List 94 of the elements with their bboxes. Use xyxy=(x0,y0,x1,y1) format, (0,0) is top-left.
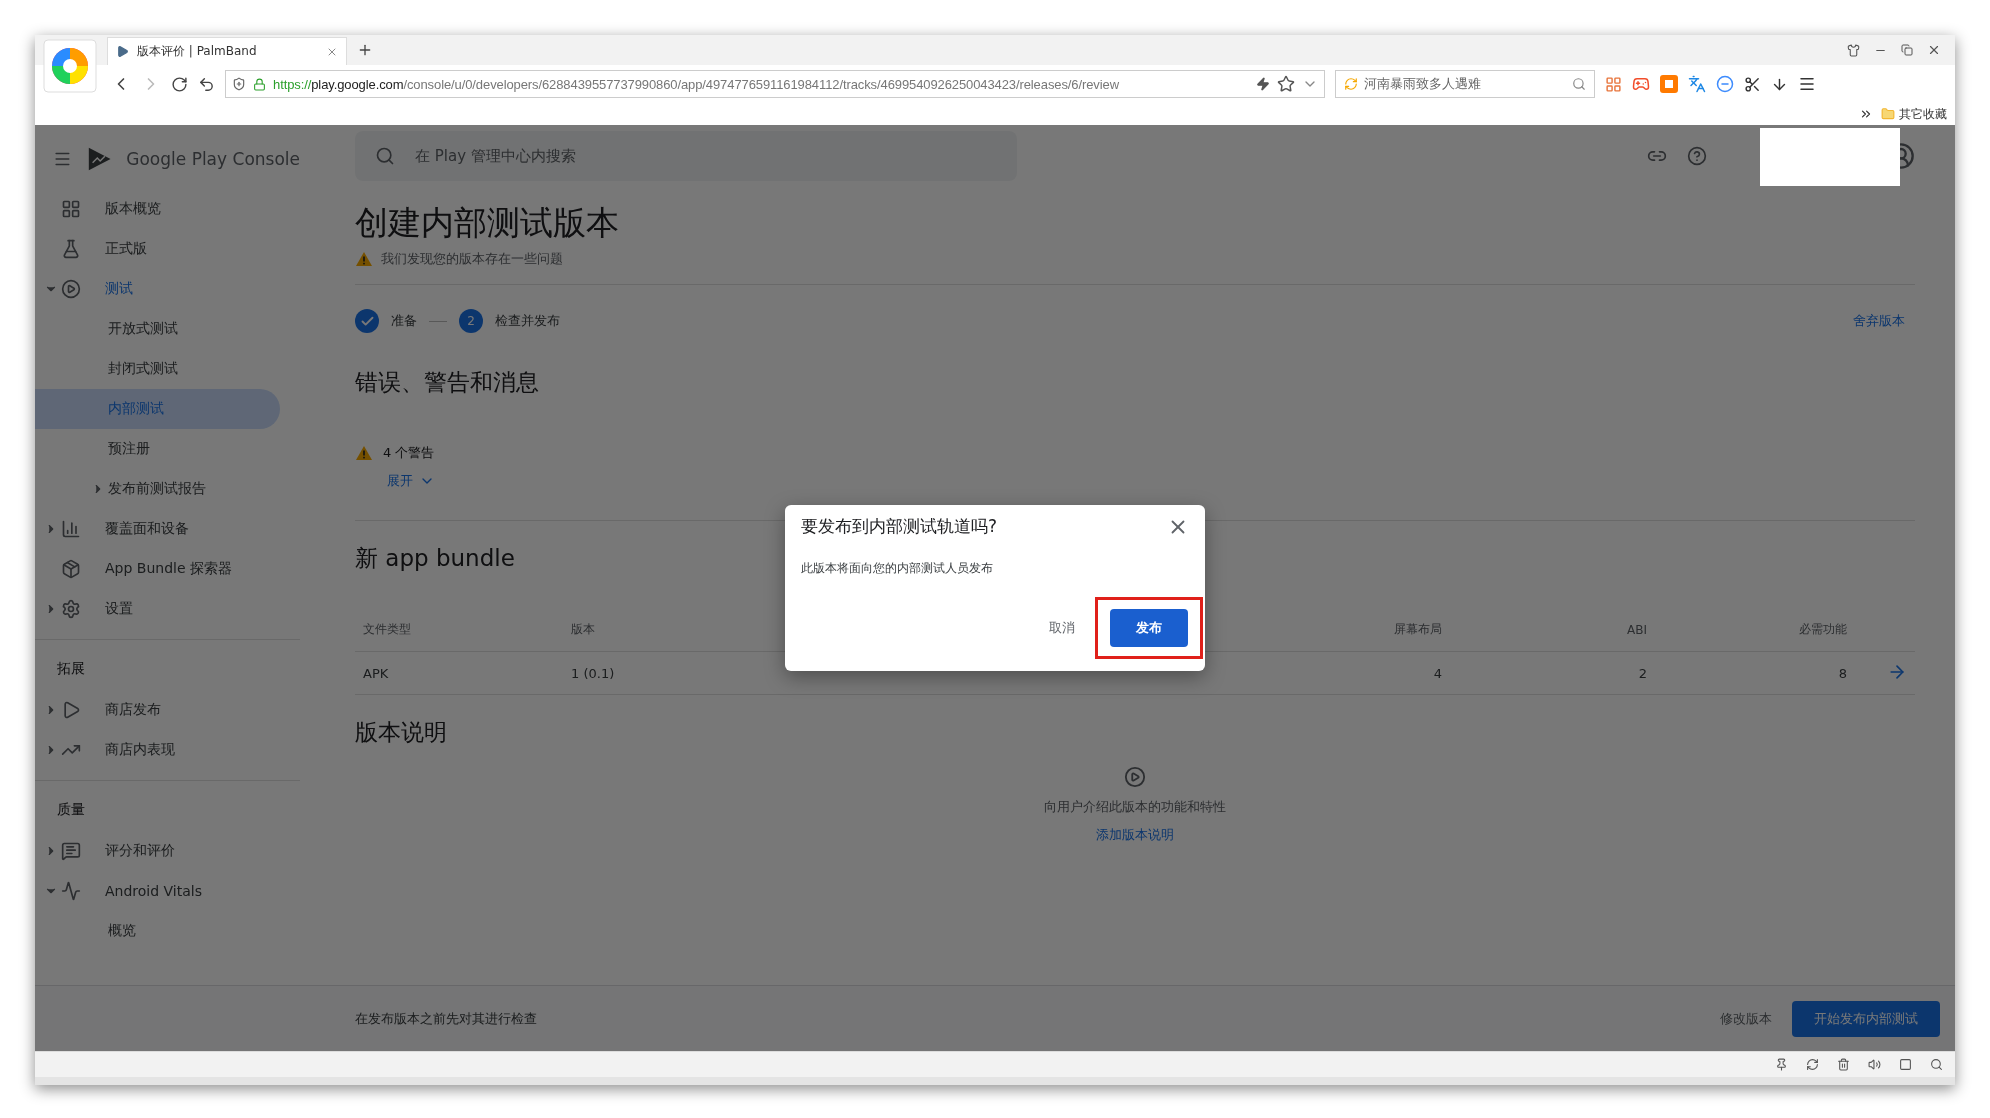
warning-icon xyxy=(355,251,373,267)
settings-icon xyxy=(61,599,81,619)
publish-button[interactable]: 发布 xyxy=(1110,609,1188,647)
column-header: 屏幕布局 xyxy=(1393,621,1443,638)
section-heading: 新 app bundle xyxy=(355,544,515,573)
step-label: 准备 xyxy=(391,312,417,330)
lightning-icon[interactable] xyxy=(1256,77,1270,91)
volume-icon[interactable] xyxy=(1868,1058,1881,1071)
menu-icon[interactable] xyxy=(1798,75,1816,93)
edit-release-link[interactable]: 修改版本 xyxy=(1720,1009,1772,1028)
table-cell-text: 1 (0.1) xyxy=(570,665,616,681)
new-tab-icon[interactable] xyxy=(357,42,373,58)
undo-icon[interactable] xyxy=(198,75,215,93)
app-brand: Google Play Console xyxy=(126,149,300,169)
nav-item[interactable]: 评分和评价 xyxy=(35,831,280,871)
zoom-icon[interactable] xyxy=(1930,1058,1943,1071)
nav-item[interactable]: 预注册 xyxy=(35,429,280,469)
nav-item[interactable]: App Bundle 探索器 xyxy=(35,549,280,589)
more-icon[interactable] xyxy=(1859,107,1873,121)
star-icon[interactable] xyxy=(1277,75,1295,93)
nav-item[interactable]: 开放式测试 xyxy=(35,309,280,349)
dialog-title: 要发布到内部测试轨道吗? xyxy=(801,515,998,538)
dashboard-icon xyxy=(61,199,81,219)
section-title: 质量 xyxy=(56,800,86,819)
nav-item[interactable]: 正式版 xyxy=(35,229,280,269)
nav-item[interactable]: 商店内表现 xyxy=(35,730,280,770)
help-icon[interactable] xyxy=(1687,146,1707,166)
flask-icon xyxy=(61,239,81,259)
comment-icon xyxy=(61,841,81,861)
step-indicator: 2 xyxy=(459,309,483,333)
bar-chart-icon xyxy=(61,519,81,539)
expand-link[interactable]: 展开 xyxy=(387,472,435,490)
minus-circle-icon[interactable] xyxy=(1716,75,1734,93)
search-field[interactable]: 河南暴雨致多人遇难 xyxy=(1335,70,1595,98)
section-heading: 版本说明 xyxy=(355,718,447,747)
reload-icon[interactable] xyxy=(171,75,188,93)
pin-icon[interactable] xyxy=(1775,1058,1788,1071)
column-header: ABI xyxy=(1626,622,1648,637)
package-icon xyxy=(61,559,81,579)
nav-item[interactable]: 封闭式测试 xyxy=(35,349,280,389)
play-circle-icon xyxy=(1124,766,1146,788)
page-title: 创建内部测试版本 xyxy=(355,202,620,244)
restore-icon[interactable] xyxy=(1901,44,1913,56)
dialog-message: 此版本将面向您的内部测试人员发布 xyxy=(801,560,994,577)
search-icon xyxy=(375,146,395,166)
warning-count: 4 个警告 xyxy=(383,444,435,462)
nav-item[interactable]: 概览 xyxy=(35,911,280,951)
scissors-icon[interactable] xyxy=(1744,75,1761,93)
cancel-button[interactable]: 取消 xyxy=(1043,618,1081,638)
bookmark-folder[interactable]: 其它收藏 xyxy=(1881,105,1947,123)
column-header: 文件类型 xyxy=(362,621,412,638)
lock-icon xyxy=(253,77,266,91)
search-icon xyxy=(1572,77,1586,91)
nav-item[interactable]: 测试 xyxy=(35,269,280,309)
play-circle-icon xyxy=(61,279,81,299)
step-label: 检查并发布 xyxy=(495,312,560,330)
search-bar[interactable]: 在 Play 管理中心内搜索 xyxy=(355,131,1017,181)
table-cell-text: 8 xyxy=(1837,665,1848,681)
trash-icon[interactable] xyxy=(1837,1058,1850,1071)
pulse-icon xyxy=(61,881,81,901)
address-field[interactable]: https://play.google.com/console/u/0/developers/6288439557737990860/app/4974776591161984112/tracks/4699540926250043423/releases/6/review xyxy=(225,70,1325,98)
search-input[interactable]: 在 Play 管理中心内搜索 xyxy=(413,146,997,166)
translate-icon[interactable] xyxy=(1688,75,1706,93)
folder-icon xyxy=(1881,107,1895,121)
footer-hint: 在发布版本之前先对其进行检查 xyxy=(355,1009,538,1028)
nav-item[interactable]: 版本概览 xyxy=(35,189,280,229)
discard-link[interactable]: 舍弃版本 xyxy=(1853,312,1905,330)
column-header: 必需功能 xyxy=(1798,621,1848,638)
browser-tab[interactable]: 版本评价 | PalmBand xyxy=(107,37,347,65)
nav-item[interactable]: 内部测试 xyxy=(35,389,280,429)
gamepad-icon[interactable] xyxy=(1632,75,1650,93)
table-cell-text: APK xyxy=(362,665,390,681)
warning-icon xyxy=(355,445,373,461)
nav-item[interactable]: 设置 xyxy=(35,589,280,629)
refresh-icon[interactable] xyxy=(1806,1058,1819,1071)
apps-icon[interactable] xyxy=(1605,75,1622,93)
table-cell-text: 2 xyxy=(1637,665,1648,681)
skin-icon[interactable] xyxy=(1847,43,1860,57)
nav-item[interactable]: Android Vitals xyxy=(35,871,280,911)
section-heading: 错误、警告和消息 xyxy=(355,368,539,397)
nav-item[interactable]: 发布前测试报告 xyxy=(35,469,280,509)
play-icon xyxy=(116,45,129,58)
column-header: 版本 xyxy=(570,621,596,638)
window-icon[interactable] xyxy=(1899,1058,1912,1071)
start-rollout-button[interactable]: 开始发布内部测试 xyxy=(1792,1000,1940,1037)
nav-item[interactable]: 覆盖面和设备 xyxy=(35,509,280,549)
shield-icon xyxy=(232,77,246,91)
table-cell-text: 4 xyxy=(1432,665,1443,681)
add-notes-link[interactable]: 添加版本说明 xyxy=(1096,826,1174,844)
nav-item[interactable]: 商店发布 xyxy=(35,690,280,730)
close-icon[interactable] xyxy=(1927,43,1941,57)
section-title: 拓展 xyxy=(56,659,86,678)
empty-state-text: 向用户介绍此版本的功能和特性 xyxy=(1044,798,1226,816)
play-icon xyxy=(61,700,81,720)
